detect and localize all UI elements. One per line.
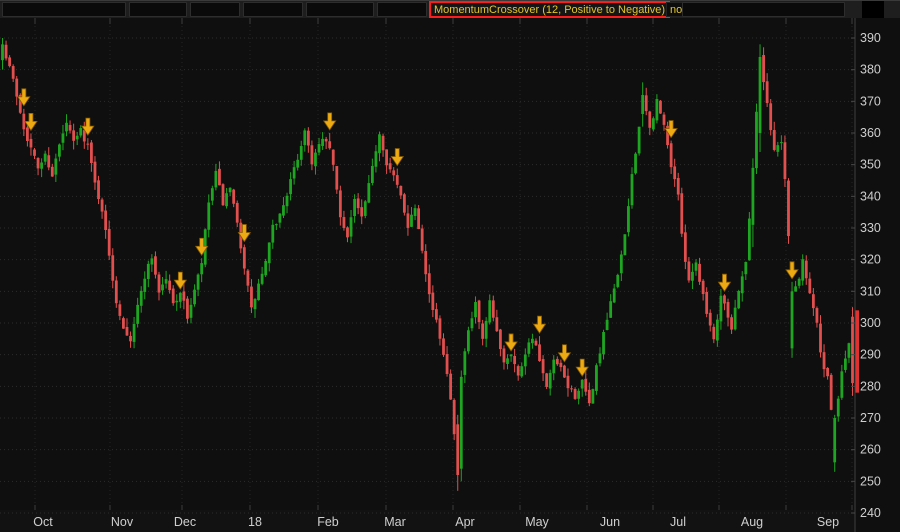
time-axis-label: Jun (600, 515, 620, 529)
chart-canvas[interactable]: 240 250 260 270 280 290 300 310 320 330 340 350 360 3… (0, 18, 900, 532)
time-axis-label: 18 (248, 515, 262, 529)
indicator-label-highlighted[interactable]: MomentumCrossover (12, Positive to Negat… (429, 1, 670, 18)
toolbar-black-square (862, 1, 884, 18)
price-axis-label: 380 (860, 63, 881, 77)
candlestick-chart[interactable]: 240 250 260 270 280 290 300 310 320 330 340 350 360 3… (0, 18, 900, 532)
indicator-label-text: MomentumCrossover (12, Positive to Negat… (434, 4, 665, 16)
price-axis-label: 260 (860, 443, 881, 457)
time-axis-label: Mar (384, 515, 406, 529)
trading-platform-window: MomentumCrossover (12, Positive to Negat… (0, 0, 900, 532)
time-axis-label: Dec (174, 515, 196, 529)
toolbar-button-2[interactable] (129, 2, 187, 17)
axis-last-bar-range (856, 310, 860, 392)
price-axis-label: 360 (860, 126, 881, 140)
chart-background (0, 18, 900, 532)
time-axis-label: Sep (817, 515, 839, 529)
price-axis-label: 280 (860, 379, 881, 393)
price-axis-label: 390 (860, 31, 881, 45)
time-axis-label: Nov (111, 515, 134, 529)
toolbar-button-3[interactable] (190, 2, 240, 17)
time-axis-label: Oct (33, 515, 53, 529)
price-axis-label: 320 (860, 253, 881, 267)
price-axis-label: 270 (860, 411, 881, 425)
time-axis-label: Jul (670, 515, 686, 529)
toolbar-button-7[interactable] (682, 2, 845, 17)
toolbar-button-5[interactable] (306, 2, 374, 17)
indicator-value-text: no (670, 4, 682, 16)
time-axis-label: Feb (317, 515, 339, 529)
price-axis-label: 330 (860, 221, 881, 235)
price-axis-label: 300 (860, 316, 881, 330)
toolbar-button-4[interactable] (243, 2, 303, 17)
time-axis-label: Apr (455, 515, 474, 529)
time-axis-label: Aug (741, 515, 763, 529)
price-axis-label: 290 (860, 348, 881, 362)
time-axis-label: May (525, 515, 549, 529)
chart-toolbar: MomentumCrossover (12, Positive to Negat… (0, 0, 900, 18)
price-axis-label: 250 (860, 474, 881, 488)
price-axis-label: 240 (860, 506, 881, 520)
price-axis-label: 370 (860, 94, 881, 108)
price-axis-label: 340 (860, 189, 881, 203)
toolbar-button-1[interactable] (2, 2, 126, 17)
toolbar-button-6[interactable] (377, 2, 427, 17)
price-axis-label: 350 (860, 158, 881, 172)
price-axis-label: 310 (860, 284, 881, 298)
